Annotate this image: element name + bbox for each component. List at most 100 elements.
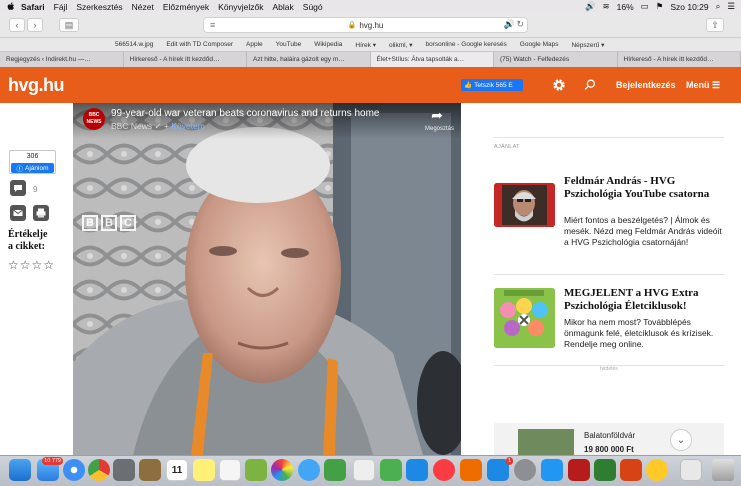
books-icon[interactable] [460, 459, 482, 481]
share-arrow-icon: ➦ [431, 107, 443, 123]
reminders-icon[interactable] [219, 459, 241, 481]
mail-icon[interactable]: 10 779 [37, 457, 63, 481]
printer-icon [36, 208, 46, 218]
bookmark-item[interactable]: Wikipedia [314, 41, 342, 48]
flag-icon[interactable]: ⚑ [656, 1, 664, 12]
notification-center-icon[interactable]: ☰ [727, 1, 735, 12]
search-icon[interactable] [583, 78, 597, 92]
messages-icon[interactable] [298, 459, 320, 481]
chevron-left-icon: ‹ [15, 20, 19, 30]
promo-image-eletciklusok[interactable] [494, 288, 555, 348]
follow-link[interactable]: Követem [171, 121, 205, 131]
menu-help[interactable]: Súgó [303, 2, 323, 12]
address-bar[interactable]: ≡ 🔒 hvg.hu 🔊 ↻ [203, 17, 528, 33]
safari-icon[interactable] [63, 459, 85, 481]
teamviewer-icon[interactable] [541, 459, 563, 481]
email-button[interactable] [10, 205, 26, 221]
promo-title[interactable]: Feldmár András - HVG Pszichológia YouTub… [564, 175, 724, 201]
battery-icon[interactable]: ▭ [641, 1, 649, 12]
promo-title[interactable]: MEGJELENT a HVG Extra Pszichológia Életc… [564, 287, 724, 313]
menu-file[interactable]: Fájl [54, 2, 68, 12]
menu-history[interactable]: Előzmények [163, 2, 209, 12]
menu-edit[interactable]: Szerkesztés [76, 2, 122, 12]
apple-icon[interactable] [7, 2, 15, 11]
browser-tab[interactable]: Hírkereső - A hírek itt kezdőd… [618, 52, 741, 67]
video-title[interactable]: 99-year-old war veteran beats coronaviru… [111, 108, 379, 119]
video-share-button[interactable]: ➦ Megosztás [425, 107, 454, 132]
gear-icon[interactable] [552, 78, 566, 92]
app-store-icon[interactable]: 1 [487, 457, 513, 481]
facebook-icon: ⓕ [16, 166, 24, 173]
print-button[interactable] [33, 205, 49, 221]
browser-tab-active[interactable]: Élet+Stílus: Átva tapsolták a… [370, 52, 494, 67]
reload-icon[interactable]: ↻ [516, 19, 524, 30]
menu-button[interactable]: Menü ☰ [686, 80, 720, 91]
search-icon[interactable]: ⌕ [716, 1, 721, 12]
wifi-icon[interactable]: ≋ [603, 1, 610, 12]
bookmark-folder[interactable]: Népszerű ▾ [571, 41, 604, 49]
app-icon[interactable] [646, 459, 668, 481]
calendar-icon[interactable]: 11 [166, 459, 188, 481]
acrobat-icon[interactable] [568, 459, 590, 481]
bbc-watermark-letter: B [82, 215, 98, 231]
back-button[interactable]: ‹ [9, 18, 25, 32]
photos-icon[interactable] [271, 459, 293, 481]
reader-icon[interactable]: ≡ [210, 20, 215, 30]
bookmark-item[interactable]: YouTube [276, 41, 302, 48]
powerpoint-icon[interactable] [620, 459, 642, 481]
recommend-button[interactable]: ⓕ Ajánlom [11, 163, 54, 173]
bookmark-item[interactable]: Google Maps [520, 41, 559, 48]
speaker-icon[interactable]: 🔊 [585, 1, 596, 12]
video-player[interactable]: BBC NEWS 99-year-old war veteran beats c… [73, 103, 461, 455]
notes-icon[interactable] [193, 459, 215, 481]
menu-bookmarks[interactable]: Könyvjelzők [218, 2, 263, 12]
bookmark-item[interactable]: borsonline - Google keresés [426, 41, 507, 48]
numbers-icon[interactable] [380, 459, 402, 481]
battery-percent[interactable]: 16% [617, 2, 634, 12]
menu-clock[interactable]: Szo 10:29 [670, 2, 708, 12]
ad-label: hirdetés [600, 366, 618, 372]
browser-tab[interactable]: Regjegyzés ‹ Indirekt.hu —… [0, 52, 124, 67]
keynote-icon[interactable] [406, 459, 428, 481]
comment-button[interactable] [10, 180, 26, 196]
finder-icon[interactable] [9, 459, 31, 481]
trash-icon[interactable] [712, 459, 734, 481]
section-divider [494, 274, 724, 275]
bookmark-folder[interactable]: Hírek ▾ [355, 41, 376, 49]
chevron-right-icon: › [33, 20, 37, 30]
sidebar-button[interactable]: ▤ [59, 18, 79, 32]
property-ad[interactable]: Balatonföldvár 19 800 000 Ft ⌄ [494, 423, 724, 455]
facetime-icon[interactable] [324, 459, 346, 481]
video-channel[interactable]: BBC News [111, 121, 152, 131]
contacts-icon[interactable] [139, 459, 161, 481]
bookmark-item[interactable]: 566514.w.jpg [115, 41, 153, 48]
browser-tab[interactable]: (75) Watch - Felfedezés [494, 52, 618, 67]
bookmark-folder[interactable]: olikml, ▾ [389, 41, 413, 49]
share-count: 306 [26, 153, 39, 160]
facebook-like-button[interactable]: 👍 Tetszik 565 E [461, 79, 523, 91]
downloads-stack-icon[interactable] [680, 459, 702, 481]
bookmark-item[interactable]: Edit with TD Composer [166, 41, 233, 48]
site-logo[interactable]: hvg.hu [8, 75, 65, 96]
share-button[interactable]: ⇧ [706, 18, 724, 32]
maps-icon[interactable] [245, 459, 267, 481]
channel-avatar[interactable]: BBC NEWS [83, 108, 105, 130]
chrome-icon[interactable] [88, 459, 110, 481]
menu-view[interactable]: Nézet [132, 2, 154, 12]
excel-icon[interactable] [594, 459, 616, 481]
pages-icon[interactable] [353, 459, 375, 481]
forward-button[interactable]: › [27, 18, 43, 32]
browser-tab[interactable]: Azt hitte, haláira gázolt egy m… [247, 52, 371, 67]
tab-audio-icon[interactable]: 🔊 [504, 19, 515, 30]
rating-stars[interactable]: ☆☆☆☆ [8, 258, 55, 272]
launchpad-icon[interactable] [113, 459, 135, 481]
menu-safari[interactable]: Safari [21, 2, 45, 12]
promo-image-feldmar[interactable] [494, 183, 555, 227]
login-link[interactable]: Bejelentkezés [616, 80, 676, 90]
menu-window[interactable]: Ablak [273, 2, 294, 12]
browser-tab[interactable]: Hírkereső - A hírek itt kezdőd… [124, 52, 247, 67]
music-icon[interactable] [433, 459, 455, 481]
system-preferences-icon[interactable] [514, 459, 536, 481]
bookmark-item[interactable]: Apple [246, 41, 263, 48]
close-ad-button[interactable]: ⌄ [670, 429, 692, 451]
